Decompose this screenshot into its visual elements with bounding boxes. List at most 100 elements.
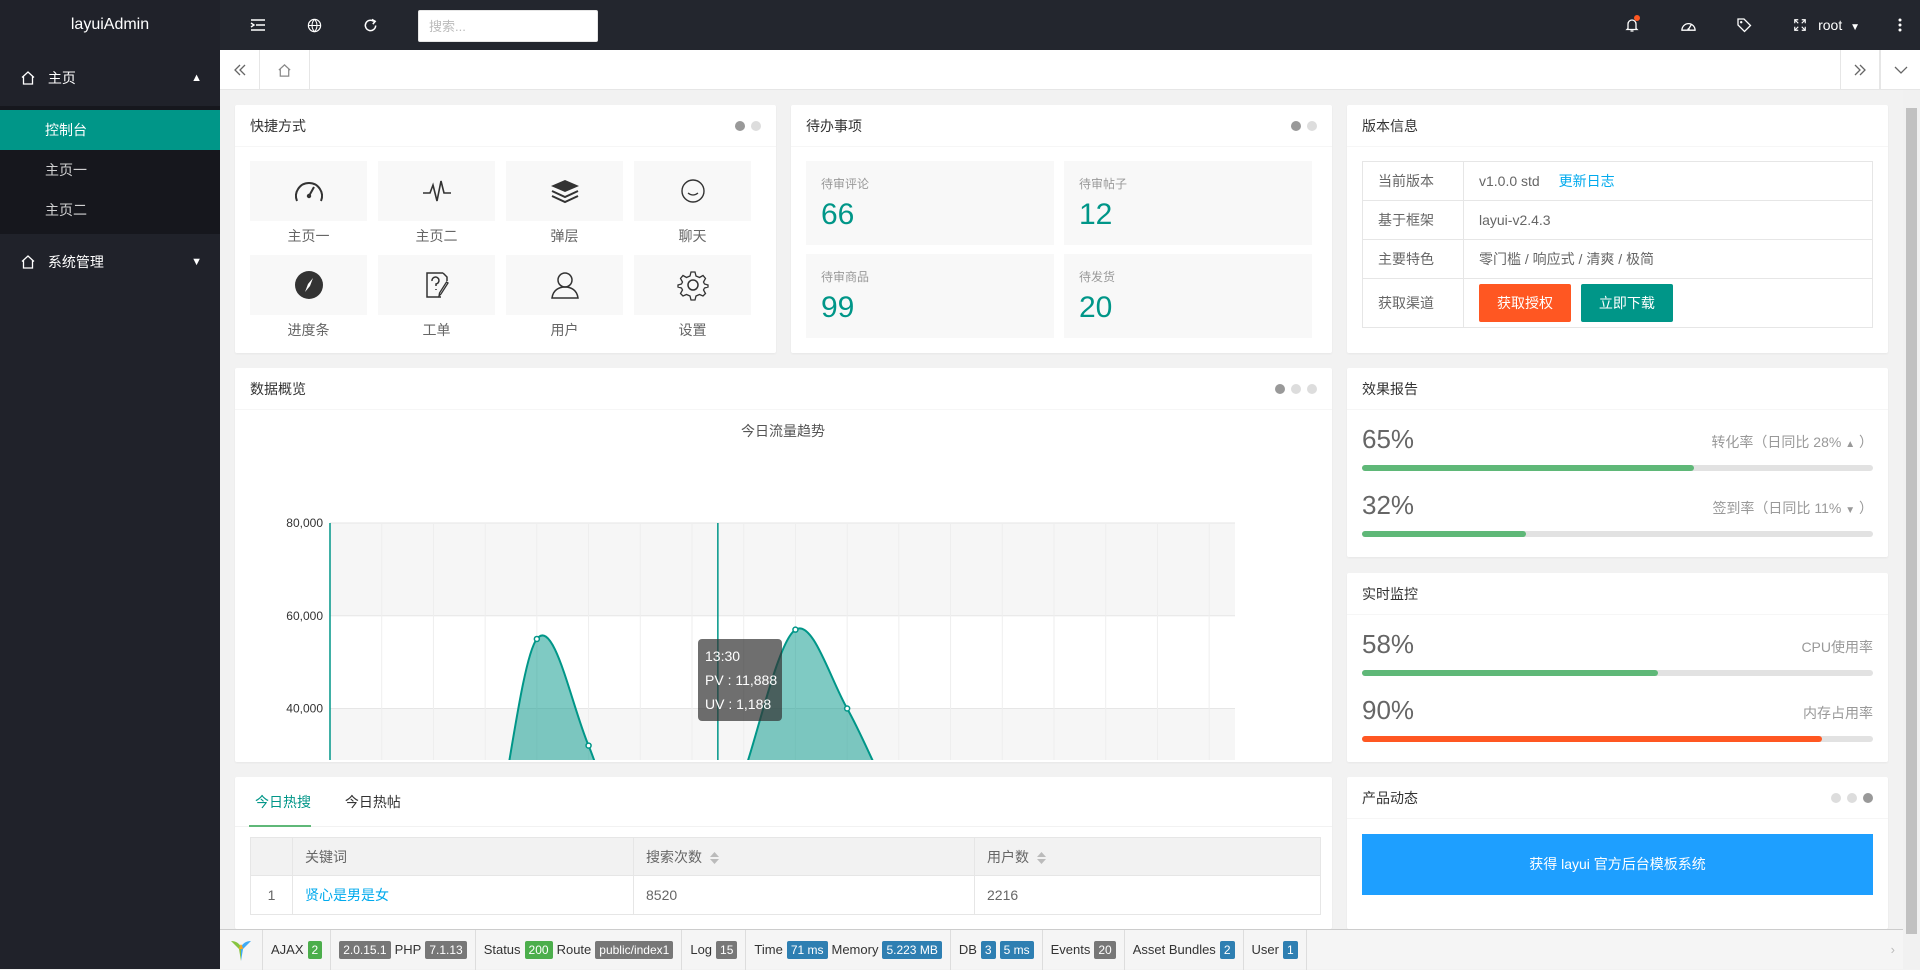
data-point-pv[interactable]: [533, 635, 541, 643]
debug-request[interactable]: Status 200 Route public/index1: [476, 929, 683, 970]
debug-user[interactable]: User 1: [1244, 929, 1307, 970]
traffic-chart[interactable]: 今日流量趋势 020,00040,00060,00080,00006:0007:…: [235, 410, 1332, 760]
debug-ajax[interactable]: AJAX 2: [263, 929, 332, 970]
debug-db[interactable]: DB 3 5 ms: [951, 929, 1043, 970]
effect-report-card: 效果报告 65% 转化率（日同比 28% ▲ ） 32% 签到率（日同比 11%…: [1347, 368, 1888, 557]
debug-assets[interactable]: Asset Bundles 2: [1125, 929, 1244, 970]
carousel-dot[interactable]: [1847, 793, 1857, 803]
tab-hot-search[interactable]: 今日热搜: [240, 777, 326, 827]
sidebar-item-console[interactable]: 控制台: [0, 110, 220, 150]
debug-log[interactable]: Log 15: [682, 929, 747, 970]
shortcut-progress[interactable]: 进度条: [250, 255, 367, 339]
app-logo[interactable]: layuiAdmin: [0, 0, 220, 50]
triangle-down-icon: ▼: [1845, 505, 1856, 516]
hot-search-table: 关键词 搜索次数 用户数 1 贤心是男是女 8520 2216: [250, 837, 1321, 915]
dashboard-icon: [294, 182, 323, 202]
conversion-rate-progress: [1362, 465, 1873, 471]
carousel-dot[interactable]: [1307, 384, 1317, 394]
changelog-link[interactable]: 更新日志: [1559, 173, 1615, 189]
carousel-dot[interactable]: [1863, 793, 1873, 803]
shortcut-chat[interactable]: 聊天: [634, 161, 751, 245]
globe-icon[interactable]: [294, 0, 334, 50]
shortcut-user[interactable]: 用户: [506, 255, 623, 339]
shortcut-label: 主页二: [415, 228, 458, 244]
shortcuts-card: 快捷方式 主页一 主页二 弹层 聊天 进度条 工单 用户 设置: [235, 105, 776, 353]
todo-pending-posts[interactable]: 待审帖子 12: [1064, 161, 1312, 245]
tabs-scroll-left-icon[interactable]: [220, 50, 260, 90]
shortcut-ticket[interactable]: 工单: [378, 255, 495, 339]
carousel-dot[interactable]: [1291, 384, 1301, 394]
sort-icon[interactable]: [1037, 851, 1046, 864]
carousel-dot[interactable]: [1291, 121, 1301, 131]
carousel-dot[interactable]: [1831, 793, 1841, 803]
product-news-card: 产品动态 获得 layui 官方后台模板系统: [1347, 777, 1888, 929]
memory-usage-desc: 内存占用率: [1803, 705, 1873, 721]
sidebar-item-home1[interactable]: 主页一: [0, 150, 220, 190]
home-icon: [21, 255, 35, 269]
caret-down-icon: ▼: [191, 256, 202, 268]
debug-toggle-icon[interactable]: ›: [1883, 930, 1903, 970]
bell-icon[interactable]: [1612, 0, 1652, 50]
shortcut-home2[interactable]: 主页二: [378, 161, 495, 245]
get-license-button[interactable]: 获取授权: [1479, 284, 1571, 322]
column-header-count[interactable]: 搜索次数: [633, 837, 975, 876]
scrollbar-thumb[interactable]: [1906, 108, 1917, 934]
card-title: 待办事项: [806, 118, 862, 134]
card-title: 数据概览: [250, 381, 306, 397]
card-title: 实时监控: [1362, 586, 1418, 602]
tab-hot-posts[interactable]: 今日热帖: [330, 777, 416, 827]
data-point-pv[interactable]: [585, 742, 592, 749]
home-icon: [21, 71, 35, 85]
yii-logo[interactable]: [220, 929, 263, 970]
carousel-dot[interactable]: [1275, 384, 1285, 394]
todo-pending-comments[interactable]: 待审评论 66: [806, 161, 1054, 245]
cpu-usage-progress: [1362, 670, 1873, 676]
overview-card: 数据概览 今日流量趋势 020,00040,00060,00080,00006:…: [235, 368, 1332, 762]
sort-icon[interactable]: [710, 851, 719, 864]
refresh-icon[interactable]: [350, 0, 390, 50]
column-header-users[interactable]: 用户数: [974, 837, 1321, 876]
tabs-dropdown-icon[interactable]: [1880, 50, 1920, 90]
carousel-dot[interactable]: [1307, 121, 1317, 131]
memory-usage-progress: [1362, 736, 1873, 742]
y-tick-label: 60,000: [286, 609, 323, 623]
debug-events[interactable]: Events 20: [1043, 929, 1125, 970]
user-icon: [550, 272, 579, 299]
tab-home[interactable]: [260, 50, 310, 90]
carousel-dot[interactable]: [735, 121, 745, 131]
menu-fold-icon[interactable]: [238, 0, 278, 50]
carousel-dot[interactable]: [751, 121, 761, 131]
shortcut-home1[interactable]: 主页一: [250, 161, 367, 245]
shortcut-label: 进度条: [287, 322, 330, 338]
todo-pending-products[interactable]: 待审商品 99: [806, 254, 1054, 338]
sidebar-group-home[interactable]: 主页 ▲: [0, 50, 220, 106]
row-index: 1: [250, 875, 293, 915]
keyword-link[interactable]: 贤心是男是女: [305, 887, 389, 903]
promo-banner[interactable]: 获得 layui 官方后台模板系统: [1362, 834, 1873, 895]
data-point-pv[interactable]: [792, 626, 799, 633]
download-button[interactable]: 立即下载: [1580, 284, 1673, 322]
tag-icon[interactable]: [1724, 0, 1764, 50]
vertical-scrollbar[interactable]: [1903, 90, 1920, 969]
sidebar-group-system[interactable]: 系统管理 ▼: [0, 234, 220, 290]
tabs-scroll-right-icon[interactable]: [1840, 50, 1880, 90]
card-title: 快捷方式: [250, 118, 306, 134]
fullscreen-icon[interactable]: [1780, 0, 1820, 50]
todo-pending-shipment[interactable]: 待发货 20: [1064, 254, 1312, 338]
more-vertical-icon[interactable]: [1890, 0, 1910, 50]
user-menu[interactable]: root ▼: [1818, 0, 1860, 50]
cpu-usage-row: 58% CPU使用率: [1347, 615, 1888, 681]
shortcut-settings[interactable]: 设置: [634, 255, 751, 339]
carousel-indicator: [1831, 777, 1873, 819]
debug-config[interactable]: 2.0.15.1 PHP 7.1.13: [331, 929, 476, 970]
page-tabs-bar: [220, 50, 1920, 90]
version-value: layui-v2.4.3: [1463, 200, 1873, 240]
theme-icon[interactable]: [1668, 0, 1708, 50]
shortcut-layer[interactable]: 弹层: [506, 161, 623, 245]
sidebar: layuiAdmin 主页 ▲ 控制台 主页一 主页二 系统管理 ▼: [0, 0, 220, 969]
data-point-pv[interactable]: [843, 705, 851, 712]
sidebar-item-home2[interactable]: 主页二: [0, 190, 220, 230]
shortcut-label: 弹层: [550, 228, 579, 244]
debug-profiling[interactable]: Time 71 ms Memory 5.223 MB: [746, 929, 951, 970]
search-input[interactable]: [418, 10, 598, 42]
